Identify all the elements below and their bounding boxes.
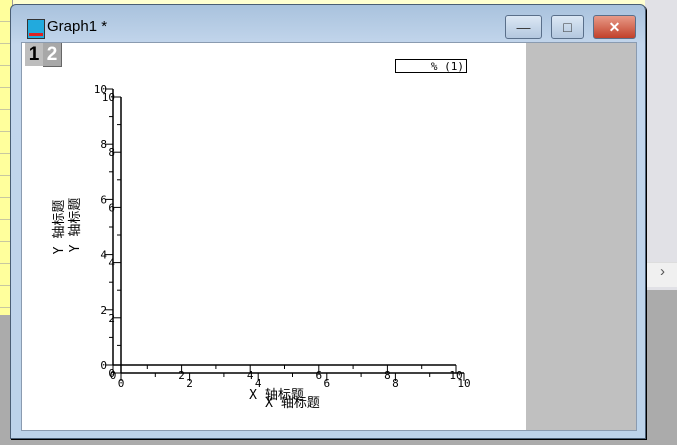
- x-tick-label: 2: [186, 377, 193, 390]
- y-tick-label: 4: [100, 249, 107, 262]
- x-tick-label: 6: [323, 377, 330, 390]
- maximize-button[interactable]: □: [551, 15, 584, 39]
- minimize-button[interactable]: —: [505, 15, 542, 39]
- y-tick-label: 0: [100, 359, 107, 372]
- x-tick-label: 4: [255, 377, 262, 390]
- close-button[interactable]: ✕: [593, 15, 636, 39]
- window-title: Graph1 *: [47, 18, 108, 35]
- x-tick-label: 4: [247, 369, 254, 382]
- scroll-right-icon[interactable]: ›: [660, 263, 665, 280]
- y-tick-label: 0: [108, 367, 115, 380]
- x-tick-label: 6: [315, 369, 322, 382]
- x-axis-title: X 轴标题: [265, 396, 320, 411]
- x-tick-label: 10: [457, 377, 470, 390]
- y-axis-title: Y 轴标题: [52, 200, 67, 255]
- y-tick-label: 8: [100, 138, 107, 151]
- y-tick-label: 6: [100, 193, 107, 206]
- x-tick-label: 8: [384, 369, 391, 382]
- graph-window: Graph1 * — □ ✕ 1 2 % (1) 0 2 4 6 8 10 0 2 4 6 8 10 X…: [10, 4, 646, 439]
- background-window: [645, 0, 677, 290]
- x-tick-label: 8: [392, 377, 399, 390]
- plot-area[interactable]: 0 2 4 6 8 100246810X 轴标题Y 轴标题0 2 4 6 8 100246810X …: [22, 43, 526, 430]
- y-tick-label: 6: [108, 201, 115, 214]
- y-axis-title: Y 轴标题: [68, 198, 83, 253]
- x-tick-label: 2: [178, 369, 185, 382]
- graph-client-area: 1 2 % (1) 0 2 4 6 8 10 0 2 4 6 8 10 X 轴标题 Y 轴标题 0 2 4 6 8 1…: [21, 42, 637, 431]
- y-tick-label: 2: [108, 312, 115, 325]
- y-tick-label: 8: [108, 146, 115, 159]
- graph-window-icon[interactable]: [27, 19, 45, 39]
- y-tick-label: 10: [102, 91, 115, 104]
- x-tick-label: 0: [118, 377, 125, 390]
- y-tick-label: 2: [100, 304, 107, 317]
- graph-page: 1 2 % (1) 0 2 4 6 8 10 0 2 4 6 8 10 X 轴标题 Y 轴标题 0 2 4 6 8 1…: [22, 43, 526, 430]
- y-tick-label: 4: [108, 257, 115, 270]
